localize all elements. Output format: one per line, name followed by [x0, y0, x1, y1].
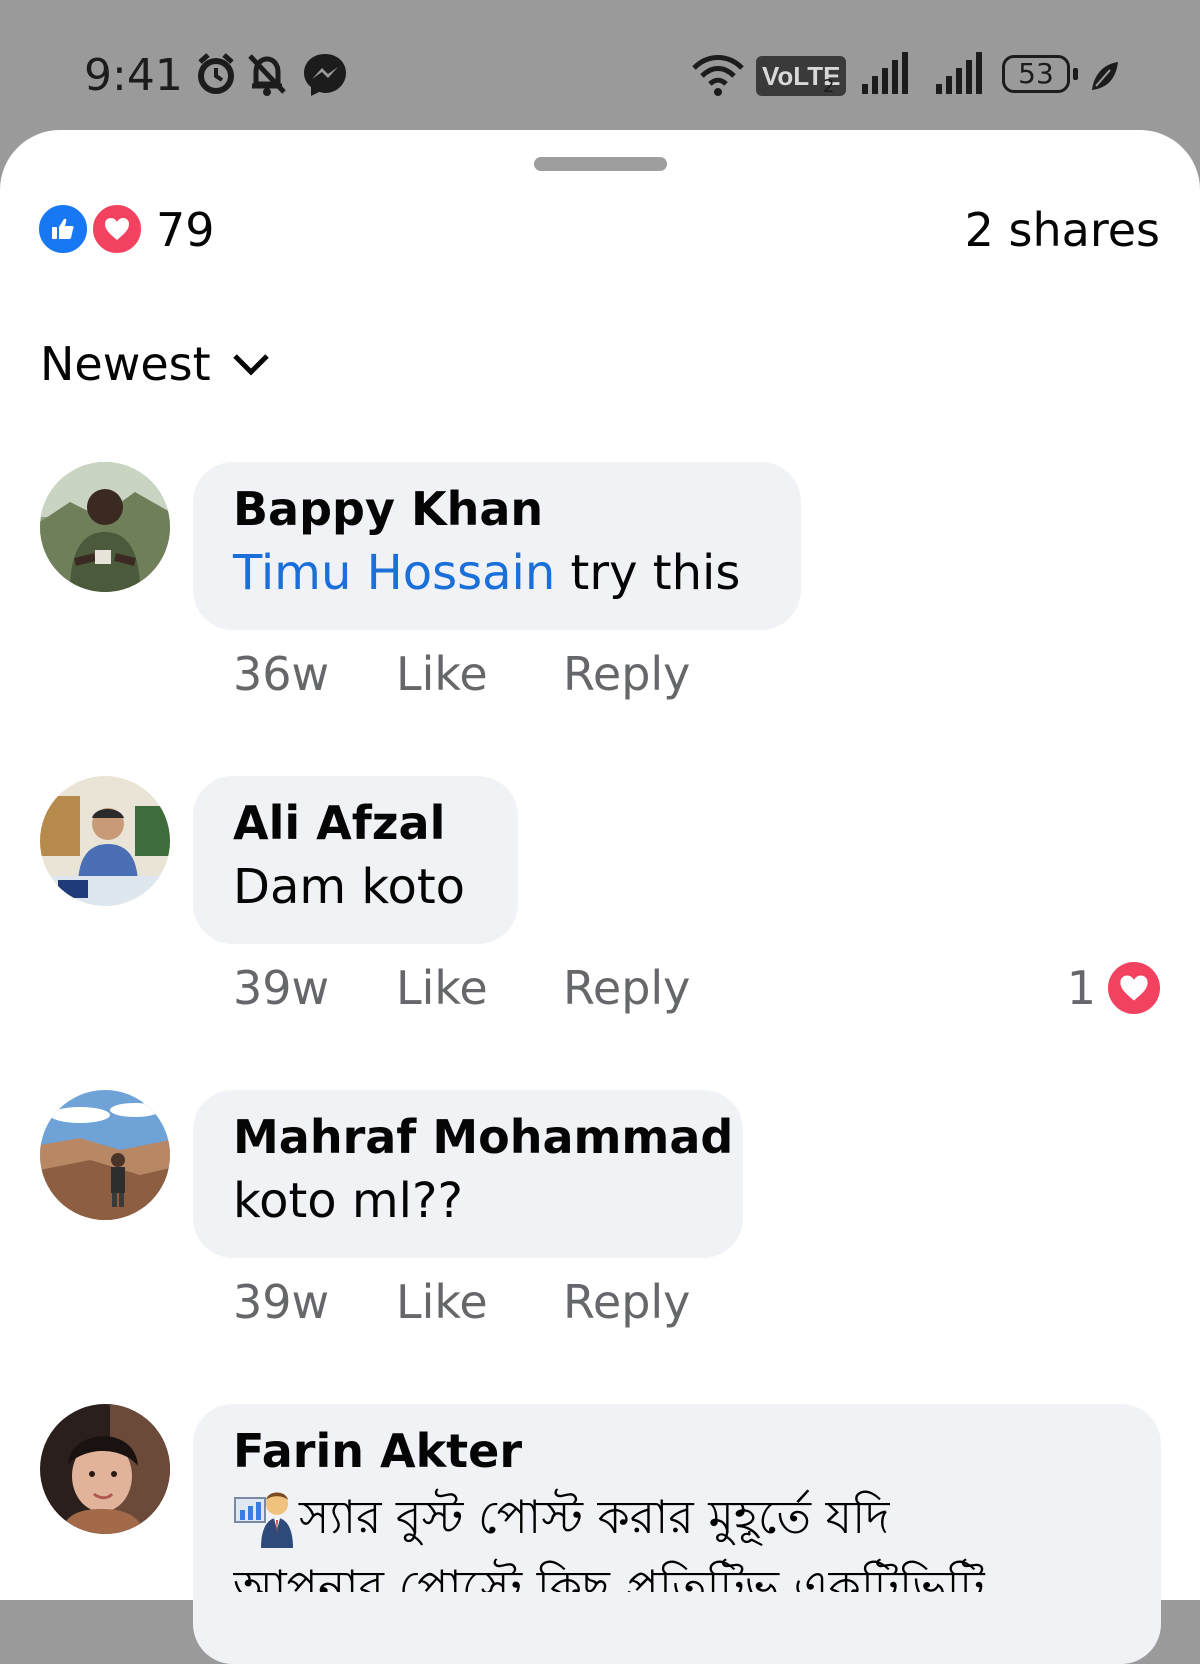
comment-reply-button[interactable]: Reply [563, 956, 690, 1020]
status-bar: 9:41 VoLTE 2 53 [0, 0, 1200, 130]
comment-text: Timu Hossain try this [233, 540, 761, 606]
avatar[interactable] [40, 776, 170, 906]
wifi-icon [692, 55, 744, 96]
comment-author[interactable]: Farin Akter [233, 1420, 1121, 1482]
drag-handle[interactable] [534, 157, 667, 171]
comment-time: 36w [233, 647, 330, 701]
comment-reaction-summary[interactable]: 1 [1067, 956, 1160, 1020]
sort-dropdown[interactable]: Newest [40, 336, 271, 392]
comment-bubble[interactable]: Farin Akter স্যার বুস্ট পোস্ট করার মুহূর… [193, 1404, 1161, 1664]
comment-author[interactable]: Ali Afzal [233, 792, 478, 854]
comment-time: 39w [233, 1275, 330, 1329]
avatar[interactable] [40, 462, 170, 592]
battery-indicator: 53 [1002, 55, 1070, 93]
comment-reaction-count: 1 [1066, 961, 1096, 1015]
signal-icon [862, 52, 908, 94]
comment-body: Dam koto [233, 859, 466, 915]
comment-author[interactable]: Mahraf Mohammad [233, 1106, 733, 1168]
avatar[interactable] [40, 1090, 170, 1220]
reaction-count: 79 [156, 203, 215, 257]
like-reaction-icon [36, 202, 90, 256]
comment-body: koto ml?? [233, 1173, 463, 1229]
love-reaction-icon [90, 202, 144, 256]
comment-author[interactable]: Bappy Khan [233, 478, 761, 540]
battery-tip [1073, 68, 1078, 80]
comment-bubble[interactable]: Bappy Khan Timu Hossain try this [193, 462, 801, 630]
comment-body-line: আপনার পোস্টে কিছু প্রতিটিভ একটিভিটি [233, 1560, 985, 1592]
comment-bubble[interactable]: Ali Afzal Dam koto [193, 776, 518, 944]
comments-sheet: 79 2 shares Newest Bappy Khan Timu Hossa… [0, 130, 1200, 1664]
comment-like-button[interactable]: Like [396, 642, 488, 706]
alarm-icon [198, 53, 234, 94]
comment-mention[interactable]: Timu Hossain [233, 545, 555, 601]
leaf-icon [1092, 62, 1118, 90]
mute-bell-icon [248, 54, 286, 96]
comment-bubble[interactable]: Mahraf Mohammad koto ml?? [193, 1090, 743, 1258]
sort-label: Newest [40, 337, 211, 391]
comment-like-button[interactable]: Like [396, 956, 488, 1020]
comment-like-button[interactable]: Like [396, 1270, 488, 1334]
comment-reply-button[interactable]: Reply [563, 1270, 690, 1334]
comment-time: 39w [233, 961, 330, 1015]
love-reaction-icon [1108, 962, 1160, 1014]
comment-body: try this [555, 545, 741, 601]
comment-reply-button[interactable]: Reply [563, 642, 690, 706]
comment-body: স্যার বুস্ট পোস্ট করার মুহূর্তে যদি [233, 1482, 1121, 1552]
volte-sim-number: 2 [823, 76, 835, 97]
status-time: 9:41 [84, 50, 183, 101]
signal-icon [936, 52, 982, 94]
shares-count[interactable]: 2 shares [965, 200, 1160, 260]
messenger-icon [304, 54, 346, 96]
chevron-down-icon [232, 354, 269, 376]
avatar[interactable] [40, 1404, 170, 1534]
businessman-chart-emoji-icon [234, 1492, 293, 1548]
comment-body-line: স্যার বুস্ট পোস্ট করার মুহূর্তে যদি [299, 1490, 890, 1544]
